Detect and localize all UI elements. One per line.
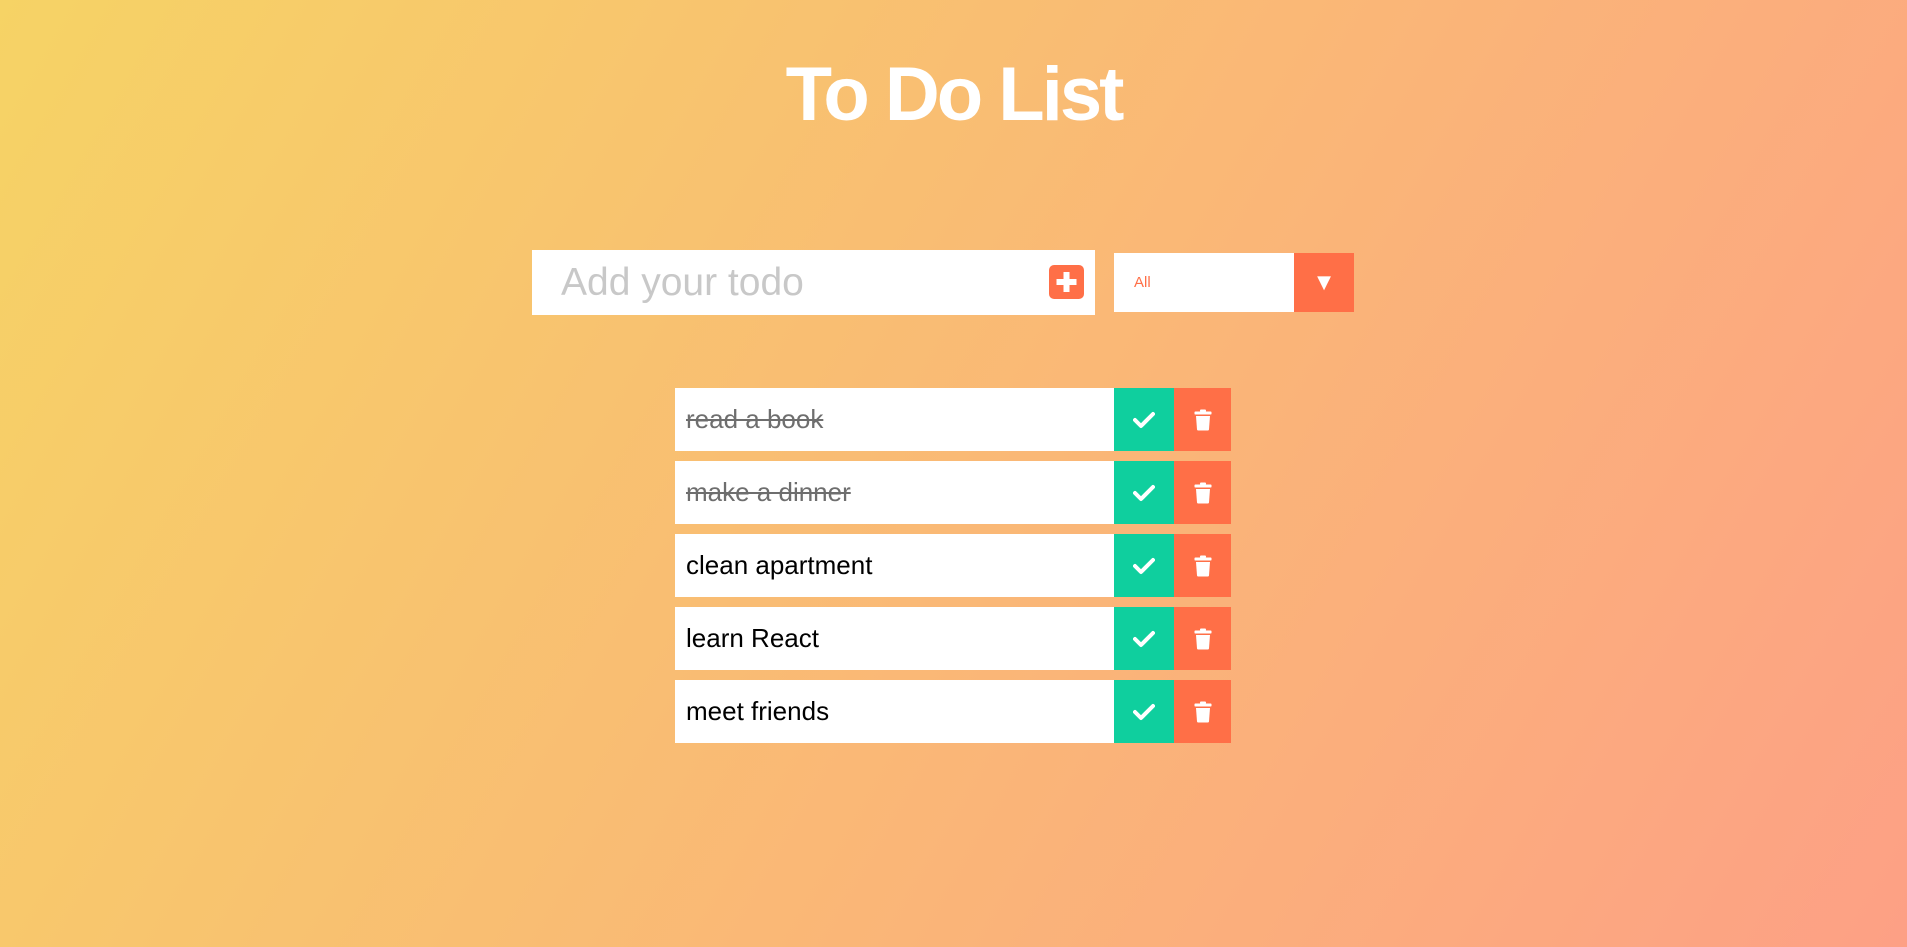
complete-button[interactable] xyxy=(1114,534,1174,597)
check-icon xyxy=(1133,630,1155,647)
todo-item: meet friends xyxy=(675,680,1231,743)
complete-button[interactable] xyxy=(1114,607,1174,670)
delete-button[interactable] xyxy=(1174,680,1231,743)
plus-square-icon xyxy=(1056,272,1077,292)
complete-button[interactable] xyxy=(1114,461,1174,524)
check-icon xyxy=(1133,484,1155,501)
trash-icon xyxy=(1194,409,1211,430)
todo-item: clean apartment xyxy=(675,534,1231,597)
todo-list: read a book make a dinner clean apartmen… xyxy=(675,388,1231,753)
delete-button[interactable] xyxy=(1174,534,1231,597)
todo-item: learn React xyxy=(675,607,1231,670)
page-title: To Do List xyxy=(785,52,1125,137)
todo-text: read a book xyxy=(686,404,824,434)
filter-selected-value: All xyxy=(1134,274,1151,291)
complete-button[interactable] xyxy=(1114,388,1174,451)
dropdown-arrow-icon[interactable]: ▼ xyxy=(1294,253,1354,312)
trash-icon xyxy=(1194,482,1211,503)
delete-button[interactable] xyxy=(1174,461,1231,524)
todo-form xyxy=(532,250,1095,315)
check-icon xyxy=(1133,703,1155,720)
todo-text: make a dinner xyxy=(686,477,851,507)
complete-button[interactable] xyxy=(1114,680,1174,743)
todo-input[interactable] xyxy=(532,250,1032,315)
check-icon xyxy=(1133,557,1155,574)
todo-item: read a book xyxy=(675,388,1231,451)
delete-button[interactable] xyxy=(1174,388,1231,451)
add-todo-button[interactable] xyxy=(1049,265,1084,299)
todo-text: meet friends xyxy=(686,696,830,726)
check-icon xyxy=(1133,411,1155,428)
trash-icon xyxy=(1194,701,1211,722)
todo-item: make a dinner xyxy=(675,461,1231,524)
todo-text: clean apartment xyxy=(686,550,873,580)
trash-icon xyxy=(1194,555,1211,576)
filter-select[interactable]: All ▼ xyxy=(1114,253,1354,312)
todo-text: learn React xyxy=(686,623,819,653)
trash-icon xyxy=(1194,628,1211,649)
delete-button[interactable] xyxy=(1174,607,1231,670)
